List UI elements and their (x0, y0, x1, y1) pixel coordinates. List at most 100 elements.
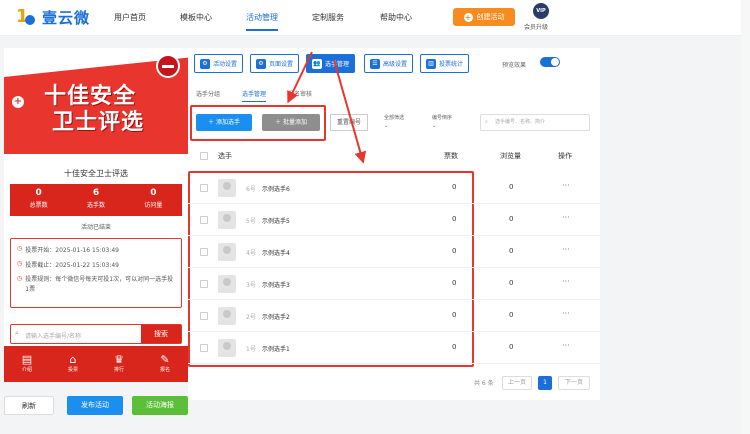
preview-bottom-nav: ▤ 介绍 ⌂ 投票 ♛ 排行 ✎ 报名 (4, 346, 188, 382)
preview-search-button[interactable]: 搜索 (141, 325, 181, 343)
subtab-signup-review[interactable]: 报名审核 (288, 89, 312, 98)
stat-total-votes: 0 总票数 (29, 188, 48, 209)
book-icon: ▤ (21, 353, 33, 366)
logo-icon: 1 (14, 6, 38, 28)
home-icon: ⌂ (69, 353, 77, 366)
clock-icon: ◷ (17, 260, 23, 267)
vote-rule: ◷ 投票规则：每个微信号每天可投1次，可以对同一选手投1票 (17, 275, 174, 293)
table-row: 1号 示例选手1 0 0 ··· (188, 332, 600, 364)
poster-button[interactable]: 活动海报 (132, 396, 188, 415)
nav-home[interactable]: 用户首页 (114, 12, 146, 23)
users-icon: 👥 (312, 58, 322, 69)
bottom-nav-rank[interactable]: ♛ 排行 (96, 346, 142, 382)
player-views: 0 (509, 247, 514, 255)
bottom-nav-vote[interactable]: ⌂ 投票 (50, 346, 96, 382)
vote-start: ◷ 投票开始：2025-01-16 15:03:49 (17, 245, 119, 254)
vote-info: ◷ 投票开始：2025-01-16 15:03:49 ◷ 投票截止：2025-01-… (10, 238, 182, 308)
refresh-button[interactable]: 刷新 (4, 396, 54, 415)
preview-toggle[interactable] (540, 57, 560, 67)
avatar (218, 307, 236, 325)
chevron-down-icon: ⌄ (384, 123, 389, 129)
nav-activity-manage[interactable]: 活动管理 (246, 12, 278, 31)
activity-card: 十佳安全卫士评选 0 总票数 6 选手数 0 访问量 活动已结束 (10, 160, 182, 231)
edit-icon: ✎ (160, 353, 170, 366)
player-votes: 0 (452, 279, 457, 287)
player-number: 3号 (246, 282, 256, 289)
publish-button[interactable]: 发布活动 (67, 396, 123, 415)
nav-custom-service[interactable]: 定制服务 (312, 12, 344, 23)
no-entry-icon (156, 54, 180, 78)
next-page-button[interactable]: 下一页 (558, 376, 590, 390)
subtab-groups[interactable]: 选手分组 (196, 89, 220, 98)
player-search-input[interactable]: ⌕ 选手编号、名称、简介 (480, 114, 590, 131)
nav-help[interactable]: 帮助中心 (380, 12, 412, 23)
avatar (218, 339, 236, 357)
player-votes: 0 (452, 215, 457, 223)
search-icon: ⌕ (485, 119, 488, 125)
player-views: 0 (509, 215, 514, 223)
table-row: 3号 示例选手3 0 0 ··· (188, 268, 600, 300)
row-checkbox[interactable] (200, 184, 208, 192)
plus-icon: ＋ (208, 119, 216, 126)
clock-icon: ◷ (17, 245, 23, 252)
player-votes: 0 (452, 311, 457, 319)
player-views: 0 (509, 183, 514, 191)
player-name: 示例选手3 (262, 282, 290, 289)
row-checkbox[interactable] (200, 344, 208, 352)
row-checkbox[interactable] (200, 312, 208, 320)
player-name: 示例选手6 (262, 186, 290, 193)
tab-advanced-settings[interactable]: ☰ 高级设置 (364, 54, 414, 73)
create-activity-button[interactable]: + 创建活动 (453, 8, 515, 26)
preview-search-placeholder: 请输入选手编号/名称 (25, 333, 82, 340)
more-icon[interactable]: ··· (562, 245, 570, 254)
bottom-nav-intro[interactable]: ▤ 介绍 (4, 346, 50, 382)
select-all-checkbox[interactable] (200, 152, 208, 160)
settings-icon: ⚙ (200, 58, 210, 69)
avatar (218, 179, 236, 197)
tab-player-manage[interactable]: 👥 选手管理 (306, 54, 356, 73)
avatar (218, 275, 236, 293)
more-icon[interactable]: ··· (562, 309, 570, 318)
more-icon[interactable]: ··· (562, 341, 570, 350)
group-filter[interactable]: 全部筛选 ⌄ (384, 114, 404, 130)
player-name: 示例选手2 (262, 314, 290, 321)
reset-number-button[interactable]: 重置编号 (330, 114, 368, 131)
more-icon[interactable]: ··· (562, 213, 570, 222)
vip-icon: VIP (533, 3, 549, 19)
preview-search[interactable]: ⌕ 请输入选手编号/名称 搜索 (10, 324, 182, 344)
batch-add-button[interactable]: ＋ 批量添加 (262, 114, 320, 131)
vip-upgrade[interactable]: VIP (530, 3, 552, 23)
page-scrollbar[interactable] (741, 0, 750, 434)
row-checkbox[interactable] (200, 280, 208, 288)
logo[interactable]: 1 壹云微 (14, 6, 90, 28)
row-checkbox[interactable] (200, 216, 208, 224)
col-player: 选手 (218, 152, 232, 160)
nav-templates[interactable]: 模板中心 (180, 12, 212, 23)
player-views: 0 (509, 311, 514, 319)
stats-bar: 0 总票数 6 选手数 0 访问量 (10, 184, 182, 216)
tab-vote-stats[interactable]: ▥ 投票统计 (420, 54, 470, 73)
player-votes: 0 (452, 343, 457, 351)
page-1-button[interactable]: 1 (538, 376, 552, 390)
tab-activity-settings[interactable]: ⚙ 活动设置 (194, 54, 244, 73)
tab-page-settings[interactable]: ⚙ 页面设置 (250, 54, 300, 73)
add-player-button[interactable]: ＋ 添加选手 (196, 114, 252, 131)
player-views: 0 (509, 279, 514, 287)
chart-icon: ▥ (426, 58, 436, 69)
plus-icon: ＋ (275, 119, 283, 126)
preview-banner: + 十佳安全 卫士评选 (4, 48, 188, 154)
row-checkbox[interactable] (200, 248, 208, 256)
more-icon[interactable]: ··· (562, 277, 570, 286)
plus-icon: + (463, 12, 473, 22)
subtab-players[interactable]: 选手管理 (242, 89, 267, 102)
player-number: 1号 (246, 346, 256, 353)
avatar (218, 243, 236, 261)
player-name: 示例选手1 (262, 346, 290, 353)
more-icon[interactable]: ··· (562, 181, 570, 190)
plus-circle-icon: + (12, 96, 24, 108)
prev-page-button[interactable]: 上一页 (502, 376, 532, 390)
vip-label[interactable]: 会员升级 (524, 22, 548, 31)
bottom-nav-signup[interactable]: ✎ 报名 (142, 346, 188, 382)
banner-title-line2: 卫士评选 (52, 110, 145, 135)
sort-filter[interactable]: 编号倒序 ⌄ (432, 114, 452, 130)
